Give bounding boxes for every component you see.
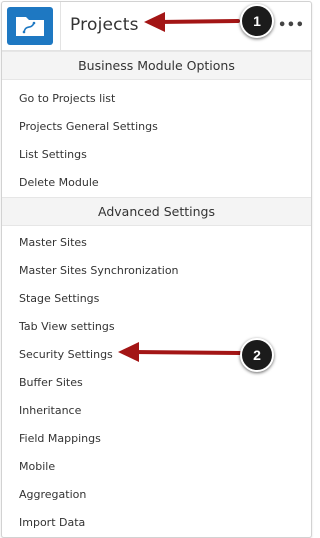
callout-arrow-1	[118, 12, 242, 362]
arrow-1	[144, 12, 240, 32]
arrow-2	[118, 342, 242, 362]
callout-badge-2: 2	[240, 338, 274, 372]
callout-badge-1: 1	[240, 4, 274, 38]
